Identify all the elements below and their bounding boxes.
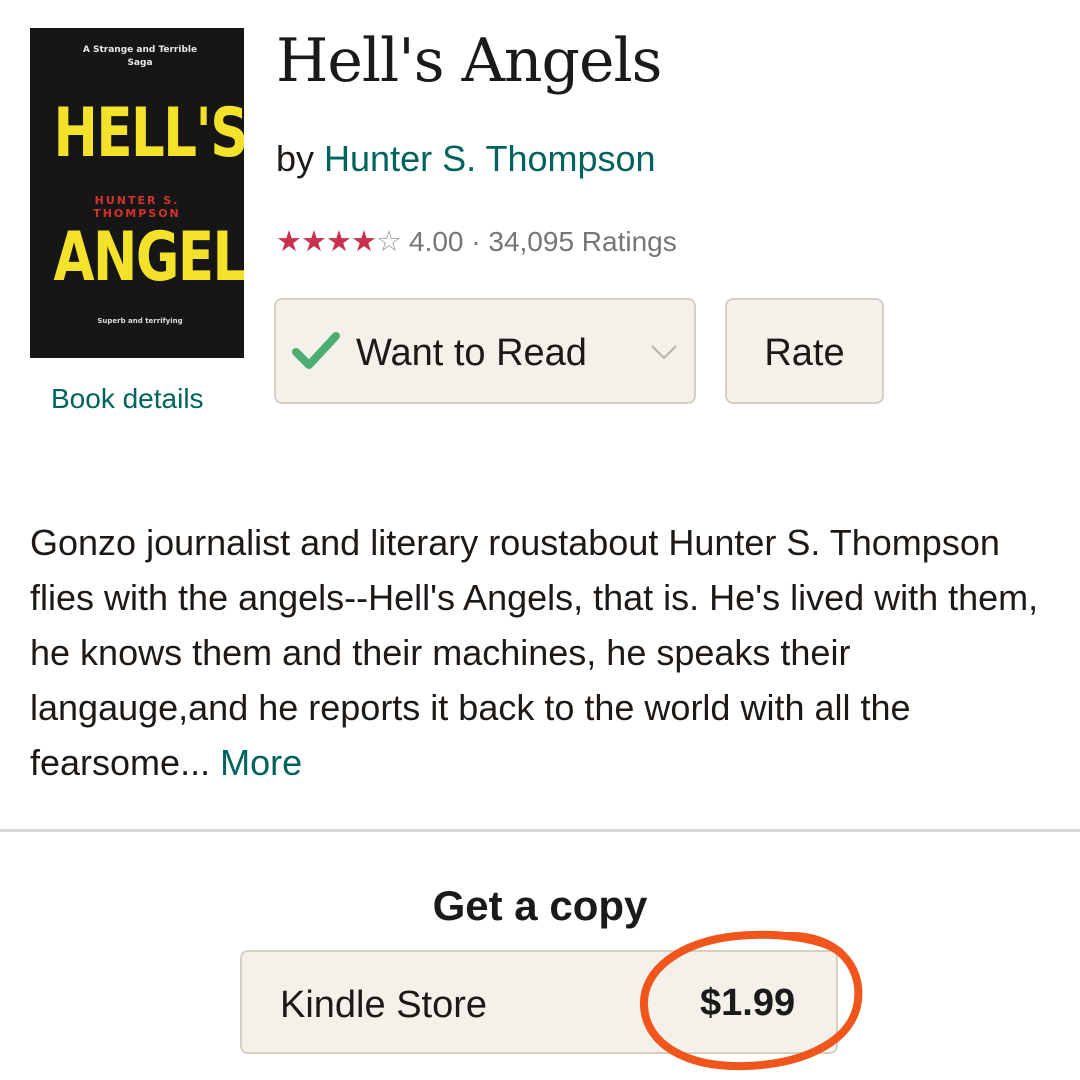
cover-author-line1: HUNTER S.	[94, 194, 180, 207]
star-empty-icon[interactable]: ☆	[376, 224, 402, 259]
star-filled-icon[interactable]: ★	[301, 224, 327, 259]
rate-button[interactable]: Rate	[725, 298, 884, 404]
chevron-down-icon[interactable]	[650, 344, 678, 360]
author-link[interactable]: Hunter S. Thompson	[324, 138, 656, 179]
star-rating[interactable]: ★ ★ ★ ★ ☆	[276, 224, 402, 259]
more-link[interactable]: More	[220, 742, 302, 783]
cover-author: HUNTER S. THOMPSON	[30, 194, 244, 220]
rating-row: ★ ★ ★ ★ ☆ 4.00 · 34,095 Ratings	[276, 224, 677, 259]
star-filled-icon[interactable]: ★	[326, 224, 352, 259]
get-a-copy-heading: Get a copy	[432, 882, 648, 929]
book-cover[interactable]: A Strange and Terrible Saga HELL'S HUNTE…	[30, 28, 244, 358]
by-label: by	[276, 138, 315, 179]
cover-tagline: A Strange and Terrible Saga	[82, 45, 198, 68]
star-filled-icon[interactable]: ★	[276, 224, 302, 259]
want-to-read-label: Want to Read	[356, 332, 587, 374]
book-title: Hell's Angels	[276, 26, 662, 96]
want-to-read-button[interactable]: Want to Read	[274, 298, 696, 404]
price: $1.99	[700, 982, 796, 1024]
store-label: Kindle Store	[280, 984, 488, 1026]
book-details-link[interactable]: Book details	[51, 383, 204, 415]
cover-title-line1: HELL'S	[53, 94, 244, 173]
rating-summary: 4.00 · 34,095 Ratings	[409, 225, 677, 257]
star-filled-icon[interactable]: ★	[351, 224, 377, 259]
cover-blurb: Superb and terrifying	[97, 317, 183, 325]
description-text: Gonzo journalist and literary roustabout…	[30, 522, 1039, 783]
cover-title-line2: ANGELS	[53, 218, 244, 297]
section-divider	[0, 829, 1080, 832]
kindle-store-button[interactable]: Kindle Store $1.99	[240, 950, 838, 1054]
byline: by Hunter S. Thompson	[276, 138, 656, 180]
rate-label: Rate	[764, 332, 845, 374]
check-icon	[292, 332, 340, 369]
book-description: Gonzo journalist and literary roustabout…	[30, 515, 1060, 790]
